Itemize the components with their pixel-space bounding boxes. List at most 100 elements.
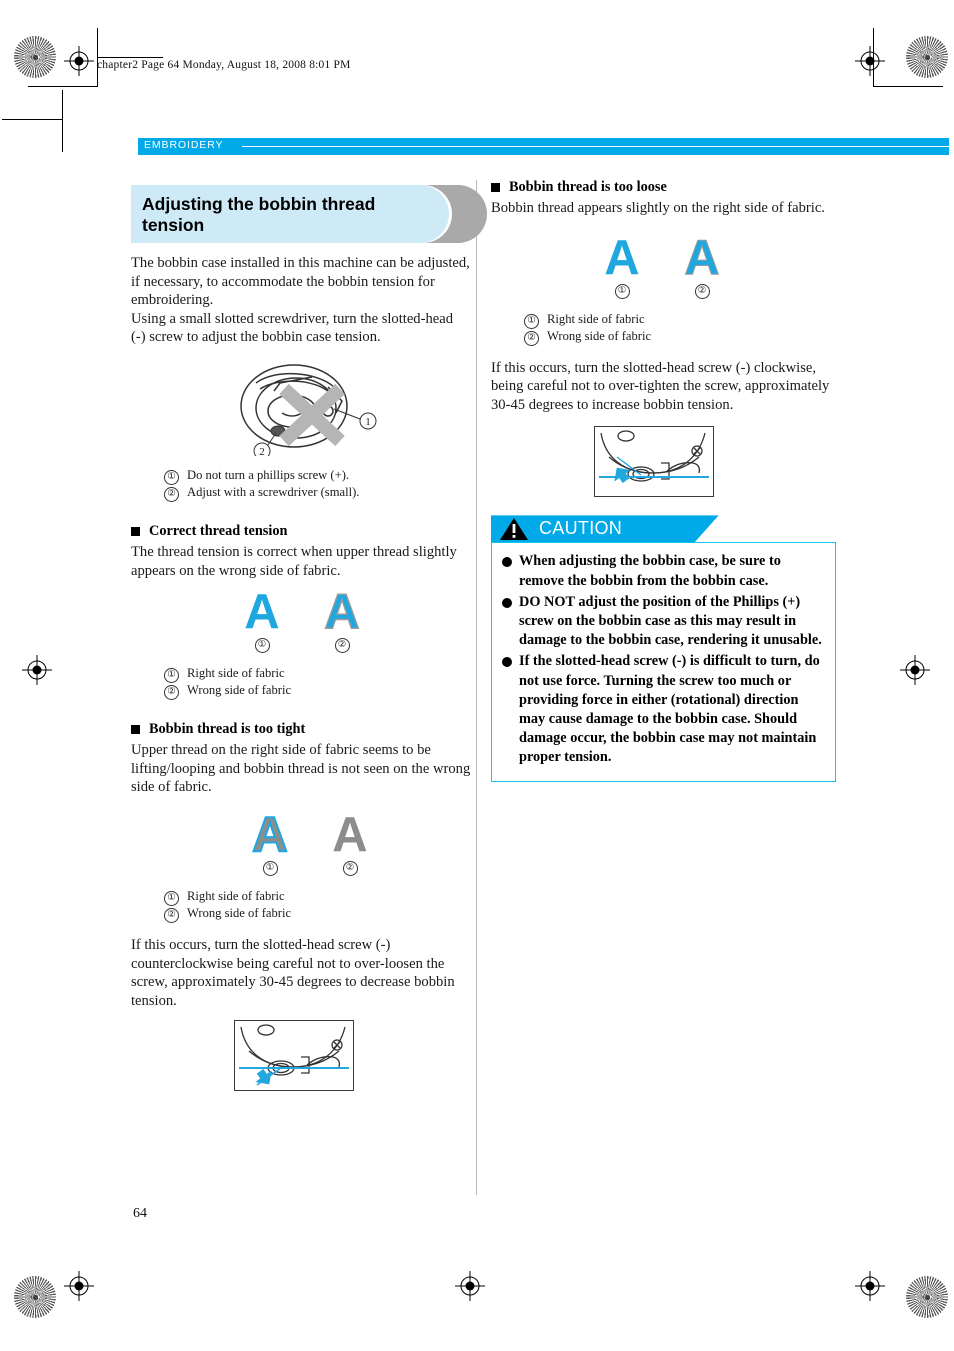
too-loose-body: Bobbin thread appears slightly on the ri… [491, 200, 825, 216]
intro-paragraph-2: Using a small slotted screwdriver, turn … [131, 310, 454, 346]
registration-mark-top-left [64, 46, 94, 76]
caution-item: If the slotted-head screw (-) is difficu… [502, 652, 825, 767]
subheading-bobbin-too-tight: Bobbin thread is too tight [131, 720, 471, 738]
legend-text: Adjust with a screwdriver (small). [187, 484, 360, 499]
caution-item: When adjusting the bobbin case, be sure … [502, 552, 825, 590]
halftone-circle-bottom-right [906, 1276, 948, 1318]
svg-text:2: 2 [259, 446, 265, 456]
screw-clockwise-illustration [594, 426, 714, 498]
halftone-circle-top-left [14, 36, 56, 78]
subheading-correct-thread-tension: Correct thread tension [131, 522, 471, 540]
legend-item: ① Do not turn a phillips screw (+). [164, 468, 471, 485]
square-bullet-icon [131, 526, 140, 536]
fabric-sample-wrong-side: A ② [667, 230, 737, 299]
caution-title: CAUTION [539, 518, 623, 539]
letter-a-glyph: A [684, 230, 720, 285]
callout-number-2: ② [164, 907, 179, 923]
fabric-sample-wrong-side: A ② [307, 585, 377, 654]
callout-number-1: ① [164, 890, 179, 906]
square-bullet-icon [131, 725, 140, 735]
callout-number-1: ① [164, 469, 179, 485]
legend-item: ① Right side of fabric [524, 312, 836, 329]
section-heading-banner: Adjusting the bobbin thread tension [131, 185, 487, 243]
callout-number-1: ① [614, 283, 630, 299]
correct-tension-legend: ① Right side of fabric ② Wrong side of f… [164, 666, 471, 701]
bobbin-case-legend: ① Do not turn a phillips screw (+). ② Ad… [164, 468, 471, 502]
letter-a-glyph: A [244, 585, 280, 640]
too-tight-body: Upper thread on the right side of fabric… [131, 742, 471, 796]
too-loose-legend: ① Right side of fabric ② Wrong side of f… [524, 312, 836, 346]
right-column: Bobbin thread is too loose Bobbin thread… [491, 178, 836, 782]
document-page: chapter2 Page 64 Monday, August 18, 2008… [0, 0, 954, 1351]
callout-number-2: ② [164, 486, 179, 502]
callout-number-1: ① [524, 313, 539, 329]
registration-mark-top-right [855, 46, 885, 76]
fabric-sample-right-side: A ① [235, 807, 305, 876]
registration-mark-bottom-left [64, 1271, 94, 1301]
registration-mark-left-middle [22, 655, 52, 685]
caution-item-text: If the slotted-head screw (-) is difficu… [519, 653, 820, 766]
callout-number-1: ① [262, 860, 278, 876]
callout-number-1: ① [254, 638, 270, 654]
crop-mark-top-horizontal-2 [2, 119, 62, 120]
legend-item: ② Wrong side of fabric [524, 329, 836, 346]
bullet-dot-icon [502, 657, 512, 668]
page-title: Adjusting the bobbin thread tension [142, 194, 376, 235]
legend-text: Wrong side of fabric [187, 905, 292, 920]
registration-mark-right-middle [900, 655, 930, 685]
column-divider [476, 180, 477, 1195]
section-bar-rule [242, 146, 954, 147]
registration-mark-bottom-right [855, 1271, 885, 1301]
correct-tension-body: The thread tension is correct when upper… [131, 543, 457, 579]
screw-counterclockwise-illustration [234, 1020, 354, 1092]
fabric-sample-wrong-side: A ② [315, 809, 385, 876]
legend-text: Do not turn a phillips screw (+). [187, 467, 350, 482]
registration-mark-bottom-center [455, 1271, 485, 1301]
square-bullet-icon [491, 183, 500, 192]
halftone-circle-bottom-left [14, 1276, 56, 1318]
subheading-text: Correct thread tension [149, 522, 288, 539]
callout-number-2: ② [334, 638, 350, 654]
legend-item: ① Right side of fabric [164, 666, 471, 684]
file-stamp: chapter2 Page 64 Monday, August 18, 2008… [97, 59, 351, 71]
caution-header: CAUTION [491, 515, 836, 543]
fabric-samples-too-tight: A ① A ② [131, 807, 471, 887]
too-tight-remedy: If this occurs, turn the slotted-head sc… [131, 936, 455, 1009]
caution-item-text: DO NOT adjust the position of the Philli… [519, 593, 822, 649]
legend-text: Right side of fabric [547, 311, 645, 326]
fabric-samples-too-loose: A ① A ② [491, 230, 836, 310]
fabric-sample-right-side: A ① [587, 232, 657, 299]
legend-item: ② Adjust with a screwdriver (small). [164, 485, 471, 502]
section-bar: EMBROIDERY [138, 138, 954, 155]
crop-mark-left-vertical-2 [62, 90, 63, 152]
fabric-samples-correct: A ① A ② [131, 585, 471, 664]
file-stamp-rule [97, 57, 163, 58]
caution-item-text: When adjusting the bobbin case, be sure … [519, 553, 781, 589]
bullet-dot-icon [502, 597, 512, 608]
caution-content: When adjusting the bobbin case, be sure … [491, 542, 836, 782]
intro-paragraph-1: The bobbin case installed in this machin… [131, 255, 470, 309]
subheading-text: Bobbin thread is too loose [509, 179, 667, 195]
fabric-sample-right-side: A ① [227, 585, 297, 654]
callout-number-1: ① [164, 668, 179, 684]
too-loose-remedy: If this occurs, turn the slotted-head sc… [491, 359, 830, 413]
letter-a-glyph: A [251, 807, 288, 862]
halftone-circle-top-right [906, 36, 948, 78]
legend-item: ② Wrong side of fabric [164, 683, 471, 701]
letter-a-glyph: A [324, 585, 361, 640]
warning-triangle-icon [500, 518, 528, 541]
section-bar-label: EMBROIDERY [144, 139, 224, 151]
crop-mark-top-right-horizontal [873, 86, 943, 87]
subheading-text: Bobbin thread is too tight [149, 721, 306, 738]
crop-mark-top-horizontal [28, 86, 98, 87]
crop-mark-right-vertical [873, 28, 874, 86]
bullet-dot-icon [502, 557, 512, 568]
subheading-bobbin-too-loose: Bobbin thread is too loose [491, 178, 836, 196]
caution-box: CAUTION When adjusting the bobbin case, … [491, 515, 836, 782]
legend-text: Wrong side of fabric [547, 328, 652, 343]
callout-number-2: ② [164, 685, 179, 701]
too-tight-legend: ① Right side of fabric ② Wrong side of f… [164, 889, 471, 923]
callout-number-2: ② [524, 330, 539, 346]
callout-number-2: ② [342, 860, 358, 876]
left-column: Adjusting the bobbin thread tension The … [131, 185, 487, 1092]
